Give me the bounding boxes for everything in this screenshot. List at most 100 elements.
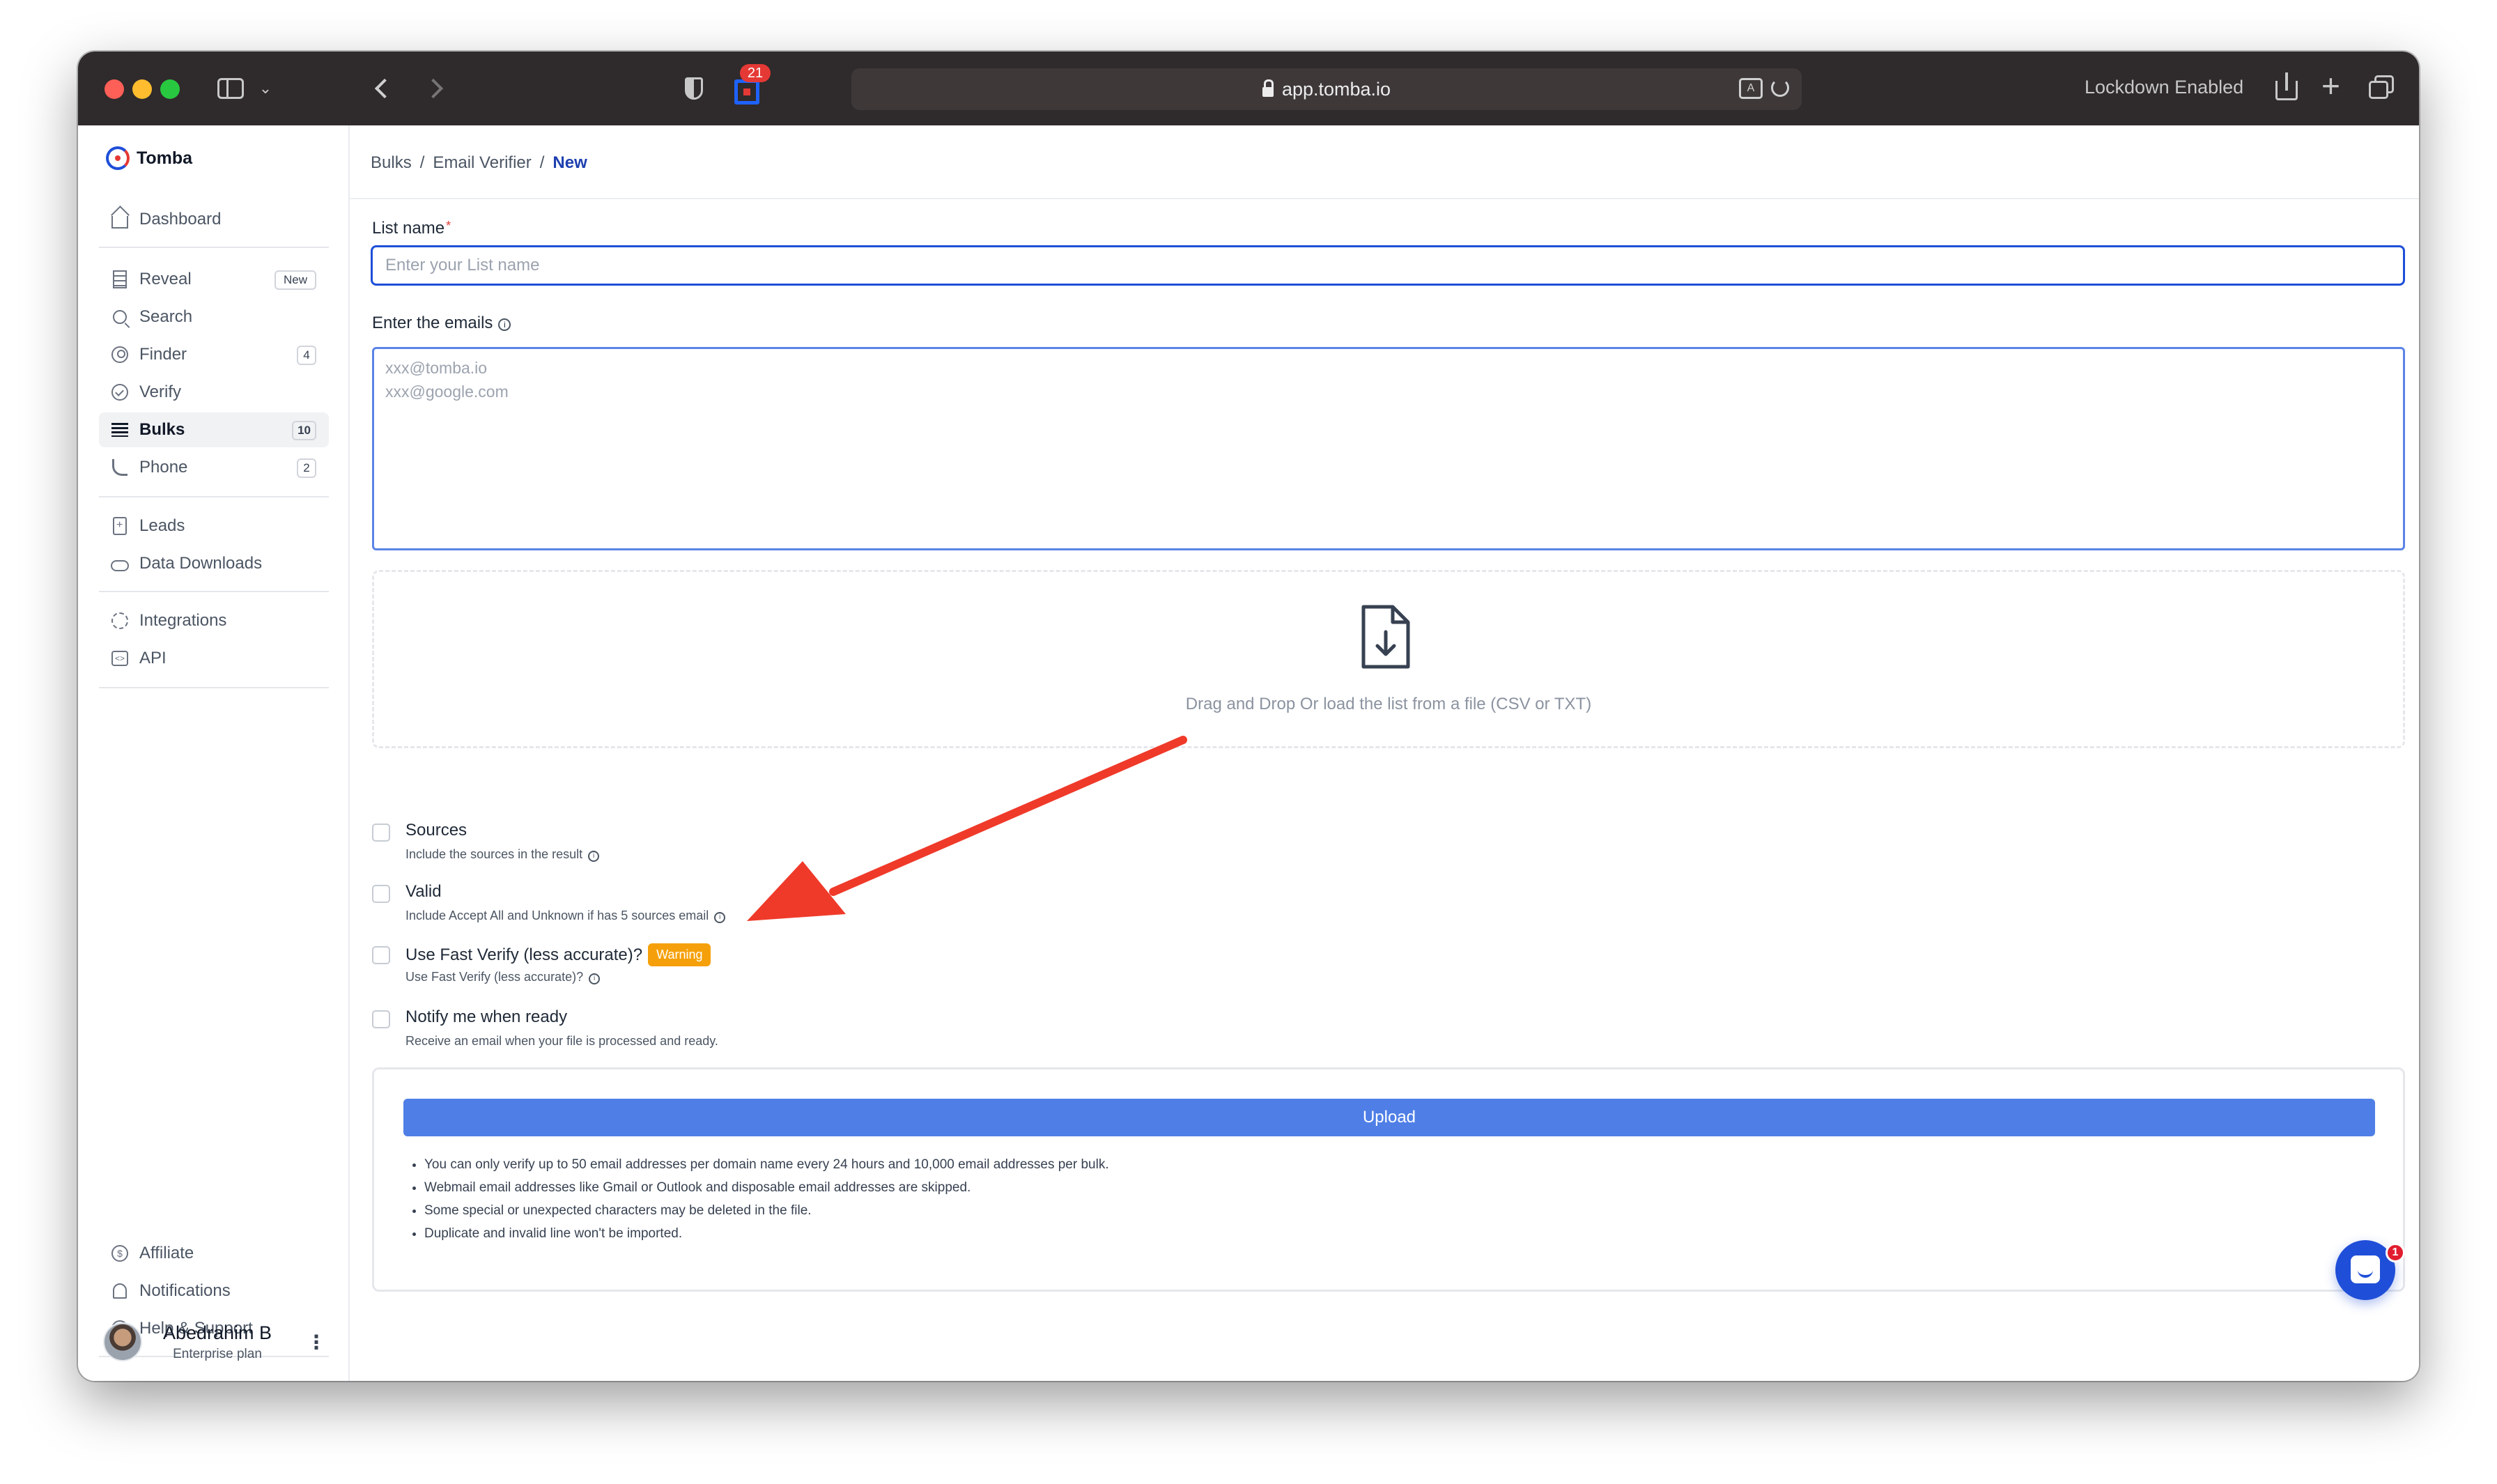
check-circle-icon xyxy=(110,382,130,402)
sidebar-divider xyxy=(99,496,329,497)
list-icon xyxy=(110,420,130,440)
building-icon xyxy=(110,270,130,289)
browser-titlebar: ⌄ 21 app.tomba.io A Lockdown Enabled + xyxy=(78,52,2419,125)
list-item: Webmail email addresses like Gmail or Ou… xyxy=(424,1176,1109,1199)
sidebar-item-label: Verify xyxy=(139,382,182,401)
minimize-window-button[interactable] xyxy=(132,79,152,99)
sidebar-item-reveal[interactable]: Reveal New xyxy=(99,262,329,297)
option-title-text: Use Fast Verify (less accurate)? xyxy=(405,945,643,964)
option-subtitle: Include the sources in the result i xyxy=(405,847,600,862)
back-arrow-icon[interactable] xyxy=(371,71,399,106)
cloud-icon xyxy=(110,554,130,573)
info-icon[interactable]: i xyxy=(498,318,511,331)
sidebar-item-data-downloads[interactable]: Data Downloads xyxy=(99,546,329,581)
sidebar-item-bulks[interactable]: Bulks 10 xyxy=(99,412,329,447)
info-icon[interactable]: i xyxy=(714,912,726,923)
zoom-window-button[interactable] xyxy=(160,79,180,99)
forward-arrow-icon[interactable] xyxy=(419,71,447,106)
option-subtitle-text: Use Fast Verify (less accurate)? xyxy=(405,970,584,984)
option-subtitle-text: Include Accept All and Unknown if has 5 … xyxy=(405,909,709,922)
new-tab-icon[interactable]: + xyxy=(2321,70,2340,102)
tomba-logo[interactable]: Tomba xyxy=(106,146,192,170)
chat-notification-badge: 1 xyxy=(2386,1243,2405,1262)
tab-overview-icon[interactable] xyxy=(2369,75,2394,99)
sidebar-divider xyxy=(99,687,329,688)
valid-checkbox[interactable] xyxy=(372,885,390,903)
sidebar-item-dashboard[interactable]: Dashboard xyxy=(99,202,329,237)
required-marker: * xyxy=(446,219,451,233)
user-circle-icon xyxy=(110,345,130,364)
user-profile[interactable]: Abedrahim B Enterprise plan ⋮ xyxy=(103,1318,326,1366)
sidebar-item-integrations[interactable]: Integrations xyxy=(99,603,329,638)
reload-icon[interactable] xyxy=(1771,79,1789,97)
sidebar-toggle-icon[interactable] xyxy=(215,71,247,106)
header-divider xyxy=(350,198,2419,199)
sidebar-divider xyxy=(99,247,329,248)
chat-icon xyxy=(2351,1255,2380,1283)
user-plan: Enterprise plan xyxy=(173,1346,262,1361)
option-title: Notify me when ready xyxy=(405,1007,568,1026)
emails-textarea[interactable] xyxy=(372,347,2405,550)
dollar-icon: $ xyxy=(110,1244,130,1263)
document-plus-icon xyxy=(110,516,130,536)
more-options-icon[interactable]: ⋮ xyxy=(307,1331,326,1354)
share-icon[interactable] xyxy=(2275,72,2298,100)
sidebar-item-label: Reveal xyxy=(139,270,192,288)
sidebar-item-label: Data Downloads xyxy=(139,554,263,573)
sources-checkbox[interactable] xyxy=(372,824,390,842)
file-dropzone[interactable]: Drag and Drop Or load the list from a fi… xyxy=(372,570,2405,748)
info-icon[interactable]: i xyxy=(588,851,600,862)
app-name: Tomba xyxy=(137,148,193,168)
breadcrumb-separator: / xyxy=(539,153,545,172)
option-title: Sources xyxy=(405,821,467,840)
user-name: Abedrahim B xyxy=(162,1322,272,1343)
sidebar-item-leads[interactable]: Leads xyxy=(99,509,329,543)
count-badge: 2 xyxy=(297,458,316,478)
breadcrumb-bulks[interactable]: Bulks xyxy=(371,153,412,173)
sidebar-item-verify[interactable]: Verify xyxy=(99,375,329,410)
sidebar-item-finder[interactable]: Finder 4 xyxy=(99,337,329,372)
chevron-down-icon[interactable]: ⌄ xyxy=(255,71,276,106)
search-icon xyxy=(110,307,130,327)
lockdown-status: Lockdown Enabled xyxy=(2085,77,2244,98)
warning-badge: Warning xyxy=(648,943,711,966)
main-content: Bulks / Email Verifier / New List name * … xyxy=(350,125,2419,1381)
sidebar-item-api[interactable]: <> API xyxy=(99,641,329,676)
fast-verify-checkbox[interactable] xyxy=(372,946,390,964)
count-badge: 4 xyxy=(297,346,316,365)
breadcrumb: Bulks / Email Verifier / New xyxy=(371,153,587,173)
privacy-shield-icon[interactable] xyxy=(679,71,709,106)
option-subtitle-text: Include the sources in the result xyxy=(405,847,583,861)
emails-label-text: Enter the emails xyxy=(372,314,493,332)
sidebar-item-label: Dashboard xyxy=(139,210,222,229)
code-icon: <> xyxy=(110,649,130,668)
breadcrumb-current: New xyxy=(552,153,587,172)
app-sidebar: Tomba Dashboard Reveal New Search Finder… xyxy=(78,125,350,1381)
sidebar-item-search[interactable]: Search xyxy=(99,300,329,334)
sidebar-item-affiliate[interactable]: $ Affiliate xyxy=(99,1236,329,1271)
info-icon[interactable]: i xyxy=(589,973,601,984)
sidebar-item-phone[interactable]: Phone 2 xyxy=(99,450,329,485)
avatar xyxy=(103,1322,142,1361)
dropzone-text: Drag and Drop Or load the list from a fi… xyxy=(1185,695,1592,713)
list-item: Some special or unexpected characters ma… xyxy=(424,1199,1109,1222)
option-subtitle: Receive an email when your file is proce… xyxy=(405,1034,718,1048)
close-window-button[interactable] xyxy=(105,79,124,99)
sidebar-item-label: Affiliate xyxy=(139,1244,194,1262)
upload-card: Upload You can only verify up to 50 emai… xyxy=(372,1067,2405,1292)
list-name-input[interactable] xyxy=(371,245,2405,286)
address-bar[interactable]: app.tomba.io A xyxy=(851,68,1802,110)
notify-checkbox[interactable] xyxy=(372,1010,390,1028)
lock-icon xyxy=(1262,79,1274,97)
breadcrumb-email-verifier[interactable]: Email Verifier xyxy=(433,153,531,173)
url-text: app.tomba.io xyxy=(1281,78,1391,100)
browser-window: ⌄ 21 app.tomba.io A Lockdown Enabled + T… xyxy=(78,52,2419,1381)
extension-badge: 21 xyxy=(740,64,771,82)
option-title: Use Fast Verify (less accurate)? Warning xyxy=(405,943,711,966)
new-badge: New xyxy=(275,270,316,290)
option-subtitle: Include Accept All and Unknown if has 5 … xyxy=(405,909,726,923)
sidebar-item-label: Integrations xyxy=(139,611,227,630)
sidebar-item-notifications[interactable]: Notifications xyxy=(99,1274,329,1308)
translate-icon[interactable]: A xyxy=(1739,78,1763,99)
upload-button[interactable]: Upload xyxy=(403,1099,2375,1136)
